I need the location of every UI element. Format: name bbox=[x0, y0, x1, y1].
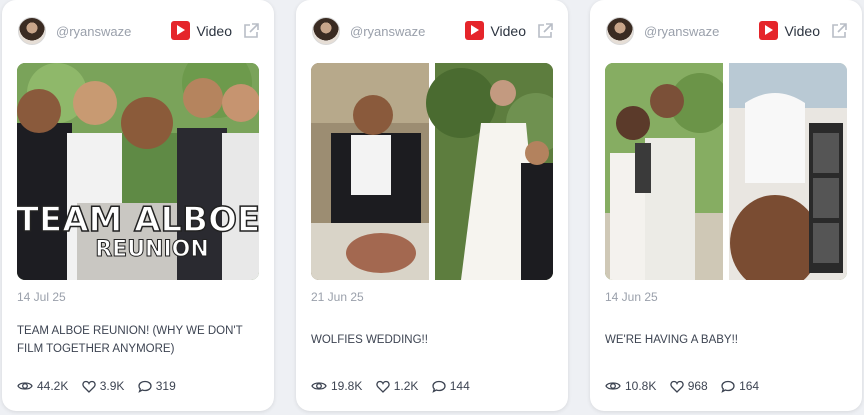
external-link-icon[interactable] bbox=[830, 22, 848, 40]
video-title[interactable]: WE'RE HAVING A BABY!! bbox=[605, 331, 841, 349]
views-stat: 10.8K bbox=[605, 378, 656, 393]
creator-handle[interactable]: @ryanswaze bbox=[56, 24, 131, 39]
avatar[interactable] bbox=[606, 17, 634, 45]
video-title[interactable]: TEAM ALBOE REUNION! (WHY WE DON'T FILM T… bbox=[17, 322, 253, 358]
external-link-icon[interactable] bbox=[242, 22, 260, 40]
creator-handle[interactable]: @ryanswaze bbox=[644, 24, 719, 39]
publish-date: 14 Jun 25 bbox=[605, 290, 658, 304]
card-header: @ryanswaze Video bbox=[606, 16, 848, 48]
video-thumbnail[interactable]: TEAM ALBOE REUNION bbox=[17, 63, 259, 280]
avatar[interactable] bbox=[312, 17, 340, 45]
publish-date: 21 Jun 25 bbox=[311, 290, 364, 304]
video-card[interactable]: @ryanswaze Video bbox=[590, 0, 862, 411]
heart-icon bbox=[376, 380, 390, 393]
heart-icon bbox=[670, 380, 684, 393]
platform-label: Video bbox=[196, 22, 232, 39]
eye-icon bbox=[17, 382, 33, 390]
youtube-icon bbox=[465, 21, 485, 40]
publish-date: 14 Jul 25 bbox=[17, 290, 66, 304]
views-stat: 44.2K bbox=[17, 378, 68, 393]
youtube-icon bbox=[171, 21, 191, 40]
comment-icon bbox=[138, 380, 152, 393]
comments-stat: 319 bbox=[138, 378, 176, 393]
platform-label: Video bbox=[490, 22, 526, 39]
youtube-icon bbox=[759, 21, 779, 40]
comments-count: 319 bbox=[155, 379, 176, 394]
thumbnail-text-line1: TEAM ALBOE bbox=[17, 200, 259, 240]
thumbnail-text-line2: REUNION bbox=[95, 237, 209, 262]
comments-count: 144 bbox=[449, 379, 470, 394]
platform-label: Video bbox=[784, 22, 820, 39]
video-thumbnail[interactable] bbox=[605, 63, 847, 280]
card-header: @ryanswaze Video bbox=[312, 16, 554, 48]
avatar[interactable] bbox=[18, 17, 46, 45]
video-card[interactable]: @ryanswaze Video TEAM ALBOE REUNION 14 J… bbox=[2, 0, 274, 411]
platform-badge: Video bbox=[465, 21, 526, 43]
creator-handle[interactable]: @ryanswaze bbox=[350, 24, 425, 39]
platform-badge: Video bbox=[759, 21, 820, 43]
platform-badge: Video bbox=[171, 21, 232, 43]
card-header: @ryanswaze Video bbox=[18, 16, 260, 48]
likes-count: 968 bbox=[687, 379, 708, 394]
stats-row: 10.8K 968 164 bbox=[605, 378, 769, 394]
comment-icon bbox=[721, 380, 735, 393]
likes-stat: 1.2K bbox=[376, 378, 419, 394]
stats-row: 44.2K 3.9K 319 bbox=[17, 378, 186, 394]
comments-stat: 164 bbox=[721, 378, 759, 393]
likes-stat: 3.9K bbox=[82, 378, 125, 394]
eye-icon bbox=[311, 382, 327, 390]
likes-stat: 968 bbox=[670, 378, 708, 393]
video-card[interactable]: @ryanswaze Video bbox=[296, 0, 568, 411]
likes-count: 3.9K bbox=[99, 379, 125, 394]
heart-icon bbox=[82, 380, 96, 393]
eye-icon bbox=[605, 382, 621, 390]
views-count: 19.8K bbox=[331, 379, 363, 394]
video-title[interactable]: WOLFIES WEDDING!! bbox=[311, 331, 547, 349]
external-link-icon[interactable] bbox=[536, 22, 554, 40]
comments-count: 164 bbox=[739, 379, 760, 394]
comment-icon bbox=[432, 380, 446, 393]
views-count: 10.8K bbox=[625, 379, 657, 394]
views-count: 44.2K bbox=[37, 379, 69, 394]
stats-row: 19.8K 1.2K 144 bbox=[311, 378, 480, 394]
comments-stat: 144 bbox=[432, 378, 470, 393]
video-thumbnail[interactable] bbox=[311, 63, 553, 280]
likes-count: 1.2K bbox=[393, 379, 419, 394]
views-stat: 19.8K bbox=[311, 378, 362, 393]
